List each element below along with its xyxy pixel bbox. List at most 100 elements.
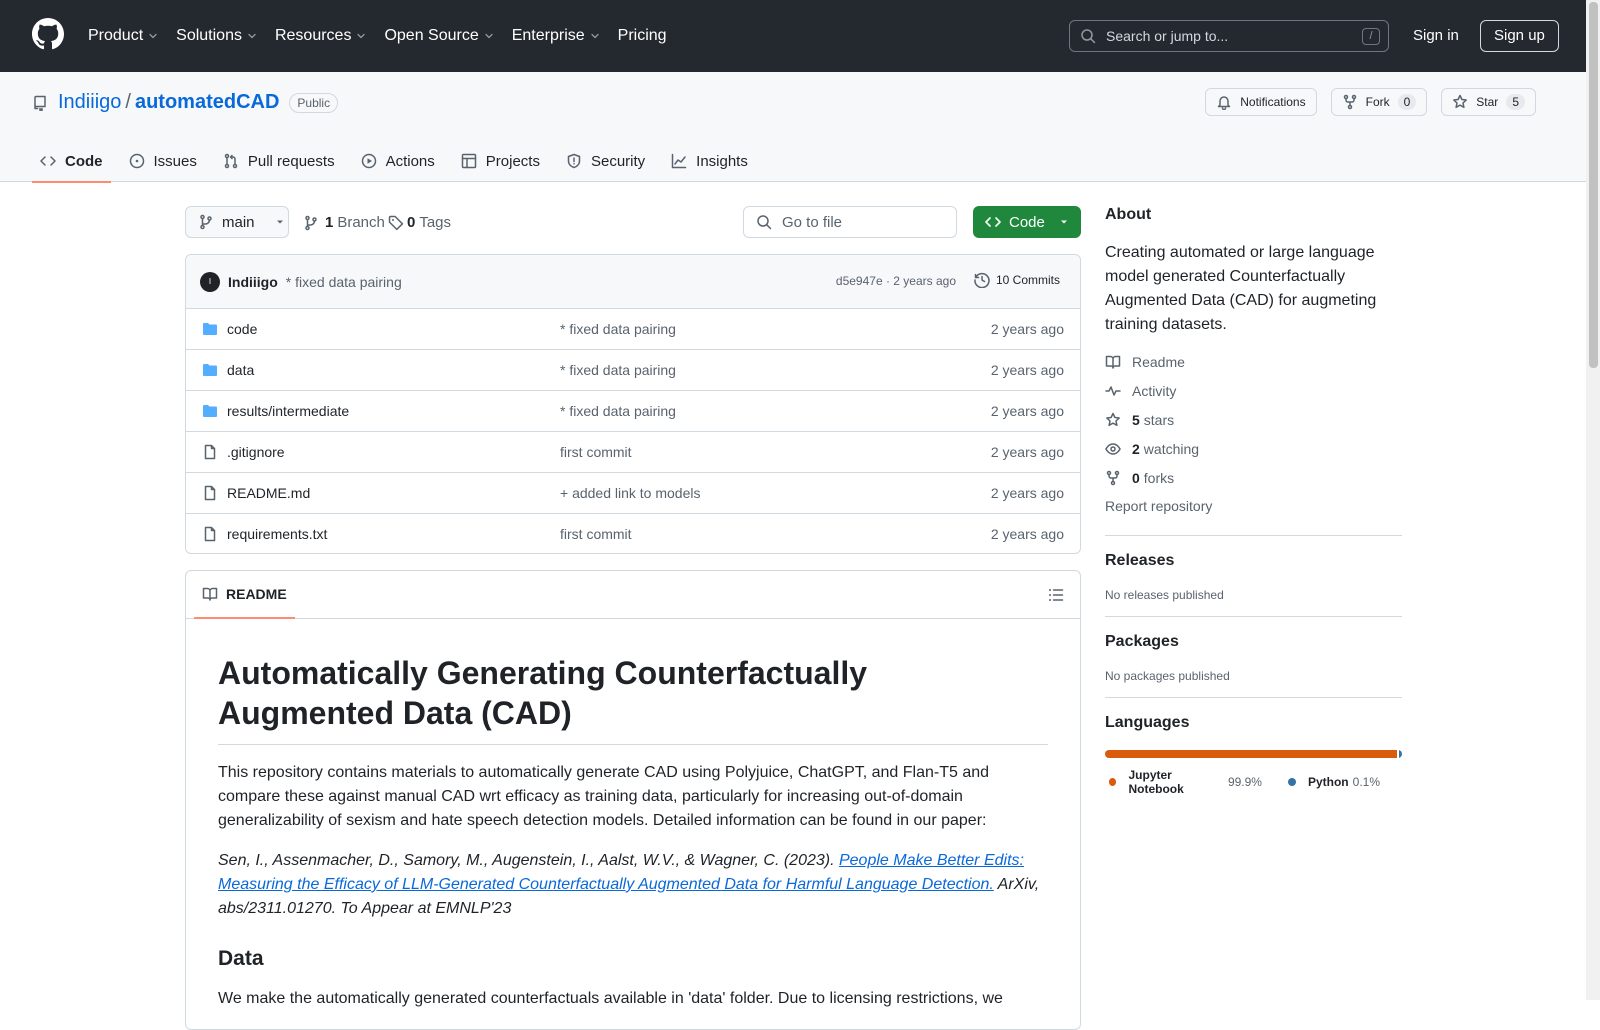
go-to-file-input[interactable]: Go to file xyxy=(743,206,957,238)
outline-list-icon[interactable] xyxy=(1048,587,1064,603)
file-commit-message[interactable]: * fixed data pairing xyxy=(560,321,676,337)
commit-hash-time[interactable]: d5e947e · 2 years ago xyxy=(836,274,956,288)
about-link-watching[interactable]: 2 watching xyxy=(1105,434,1402,463)
file-commit-message[interactable]: * fixed data pairing xyxy=(560,403,676,419)
about-description: Creating automated or large language mod… xyxy=(1105,244,1377,333)
file-row: results/intermediate * fixed data pairing… xyxy=(186,391,1080,432)
star-icon xyxy=(1106,412,1120,426)
sign-up-button[interactable]: Sign up xyxy=(1480,20,1559,52)
page-scrollbar[interactable] xyxy=(1586,0,1600,1000)
nav-item-product[interactable]: Product xyxy=(88,27,159,45)
file-commit-age: 2 years ago xyxy=(990,403,1064,419)
chevron-down-icon xyxy=(149,33,157,39)
scrollbar-thumb[interactable] xyxy=(1589,2,1598,368)
repo-icon xyxy=(34,95,46,111)
divider xyxy=(1105,616,1402,617)
nav-item-enterprise[interactable]: Enterprise xyxy=(512,27,601,45)
file-commit-message[interactable]: * fixed data pairing xyxy=(560,362,676,378)
branch-icon xyxy=(200,214,212,230)
languages-heading: Languages xyxy=(1105,714,1190,731)
tags-link[interactable]: 0 Tags xyxy=(388,214,451,231)
notifications-button[interactable]: Notifications xyxy=(1205,88,1317,116)
tag-label: Tags xyxy=(419,214,452,231)
tab-pull-requests[interactable]: Pull requests xyxy=(215,140,343,182)
about-link-readme[interactable]: Readme xyxy=(1105,347,1402,376)
file-name-link[interactable]: data xyxy=(227,362,254,378)
about-links: Readme Activity 5 stars 2 watching 0 forks xyxy=(1105,347,1402,492)
tab-insights[interactable]: Insights xyxy=(663,140,756,182)
github-logo-icon[interactable] xyxy=(32,18,64,50)
tab-label: Code xyxy=(65,152,103,170)
tag-count: 0 xyxy=(407,214,416,231)
language-legend: Jupyter Notebook 99.9% Python 0.1% xyxy=(1105,768,1402,796)
file-name-link[interactable]: code xyxy=(227,321,257,337)
file-commit-message[interactable]: + added link to models xyxy=(560,485,700,501)
tab-issues[interactable]: Issues xyxy=(121,140,205,182)
repo-owner-link[interactable]: Indiiigo xyxy=(58,91,121,114)
commit-message[interactable]: * fixed data pairing xyxy=(286,274,402,290)
nav-item-open-source[interactable]: Open Source xyxy=(384,27,494,45)
history-icon xyxy=(974,272,990,288)
code-icon xyxy=(985,217,1001,227)
avatar[interactable]: I xyxy=(200,271,220,292)
go-to-file-placeholder: Go to file xyxy=(782,213,843,231)
global-search-input[interactable]: Search or jump to... / xyxy=(1069,20,1389,52)
language-bar-segment xyxy=(1399,750,1402,758)
divider xyxy=(1105,697,1402,698)
file-name-link[interactable]: .gitignore xyxy=(227,444,285,460)
nav-item-resources[interactable]: Resources xyxy=(275,27,367,45)
commit-author[interactable]: Indiiigo xyxy=(228,274,278,290)
tab-code[interactable]: Code xyxy=(32,140,111,183)
language-name: Python xyxy=(1307,775,1349,789)
search-icon xyxy=(757,215,772,230)
folder-icon xyxy=(203,364,217,376)
commits-label: 10 Commits xyxy=(995,273,1060,287)
language-item[interactable]: Python 0.1% xyxy=(1287,768,1380,796)
caret-down-icon xyxy=(276,220,283,224)
shield-icon xyxy=(567,153,581,169)
nav-item-label: Product xyxy=(88,27,144,44)
repo-actions: Notifications Fork 0 Star 5 xyxy=(1191,88,1536,116)
language-percent: 99.9% xyxy=(1227,775,1262,789)
tab-label: Pull requests xyxy=(247,152,335,170)
readme-tab[interactable]: README xyxy=(194,571,295,619)
tab-security[interactable]: Security xyxy=(558,140,653,182)
about-label: Readme xyxy=(1132,353,1185,370)
file-name-link[interactable]: requirements.txt xyxy=(227,526,327,542)
tab-projects[interactable]: Projects xyxy=(453,140,548,182)
language-color-dot xyxy=(1109,778,1117,786)
star-count: 5 xyxy=(1506,94,1525,110)
file-name-link[interactable]: README.md xyxy=(227,485,310,501)
code-download-button[interactable]: Code xyxy=(973,206,1081,238)
tab-actions[interactable]: Actions xyxy=(353,140,443,182)
nav-item-label: Open Source xyxy=(384,27,479,44)
sign-in-link[interactable]: Sign in xyxy=(1413,27,1459,44)
branches-link[interactable]: 1 Branch xyxy=(303,214,385,231)
packages-empty-text: No packages published xyxy=(1105,669,1230,683)
folder-icon-wrap xyxy=(202,362,218,378)
about-link-stars[interactable]: 5 stars xyxy=(1105,405,1402,434)
commits-link[interactable]: 10 Commits xyxy=(974,272,1060,288)
search-placeholder: Search or jump to... xyxy=(1106,28,1229,44)
readme-header: README xyxy=(186,571,1080,619)
folder-icon-wrap xyxy=(202,403,218,419)
nav-item-pricing[interactable]: Pricing xyxy=(618,27,667,45)
file-commit-message[interactable]: first commit xyxy=(560,526,632,542)
about-link-forks[interactable]: 0 forks xyxy=(1105,463,1402,492)
report-repository-link[interactable]: Report repository xyxy=(1105,492,1402,521)
nav-item-solutions[interactable]: Solutions xyxy=(176,27,258,45)
packages-heading[interactable]: Packages xyxy=(1105,633,1402,651)
file-commit-message[interactable]: first commit xyxy=(560,444,632,460)
repo-header: Indiiigo / automatedCAD Public Notificat… xyxy=(0,72,1586,183)
repo-tabs: Code Issues Pull requests Actions Projects Se… xyxy=(32,140,766,183)
releases-heading[interactable]: Releases xyxy=(1105,552,1402,570)
file-icon-wrap xyxy=(202,485,218,501)
about-link-activity[interactable]: Activity xyxy=(1105,376,1402,405)
branch-selector[interactable]: main xyxy=(185,206,289,238)
language-bar-segment xyxy=(1105,750,1397,758)
file-name-link[interactable]: results/intermediate xyxy=(227,403,349,419)
fork-button[interactable]: Fork 0 xyxy=(1330,88,1428,116)
star-button[interactable]: Star 5 xyxy=(1441,88,1536,116)
repo-name-link[interactable]: automatedCAD xyxy=(135,91,279,114)
language-item[interactable]: Jupyter Notebook 99.9% xyxy=(1109,768,1262,796)
